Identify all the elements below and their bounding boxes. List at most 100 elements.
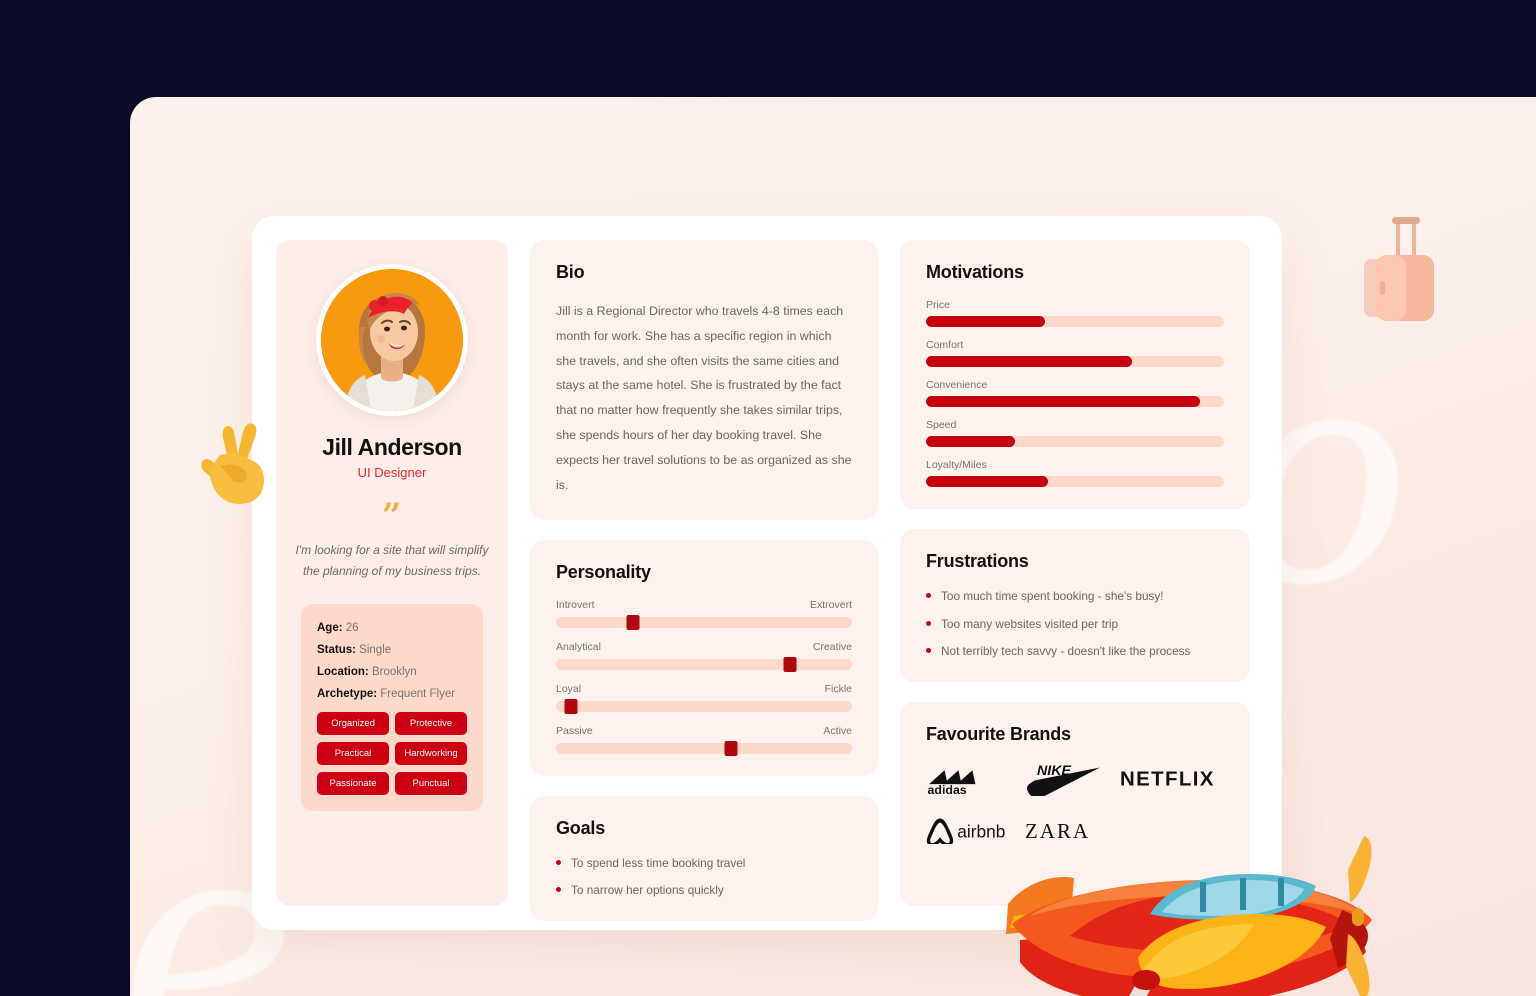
brands-title: Favourite Brands <box>926 723 1071 744</box>
personality-slider[interactable]: Passive Active <box>556 725 852 756</box>
personality-slider[interactable]: Introvert Extrovert <box>556 599 852 630</box>
bio-title: Bio <box>556 262 585 282</box>
motivation-fill <box>926 476 1049 487</box>
slider-label-left: Passive <box>556 724 593 737</box>
profile-column: Jill Anderson UI Designer ” I'm looking … <box>276 240 508 906</box>
slider-track[interactable] <box>556 740 852 756</box>
motivations-panel: Motivations Price Comfort Convenience Speed… <box>900 240 1250 509</box>
trait-tag[interactable]: Punctual <box>395 772 467 796</box>
trait-tag[interactable]: Passionate <box>317 772 389 796</box>
motivation-track <box>926 436 1224 447</box>
motivation-label: Convenience <box>926 379 988 391</box>
slider-label-right: Extrovert <box>809 598 852 611</box>
motivation-track <box>926 476 1224 487</box>
detail-label: Location: <box>317 666 369 679</box>
slider-thumb[interactable] <box>724 740 738 756</box>
svg-text:NETFLIX: NETFLIX <box>1120 768 1215 790</box>
motivation-fill <box>926 356 1132 367</box>
avatar <box>316 264 468 416</box>
svg-text:adidas: adidas <box>928 783 967 795</box>
detail-label: Archetype: <box>317 688 378 701</box>
detail-row: Status: Single <box>317 644 467 656</box>
detail-label: Status: <box>317 644 356 657</box>
list-item: Not terribly tech savvy - doesn't like t… <box>926 643 1224 660</box>
adidas-logo: adidas <box>928 769 976 795</box>
bio-panel: Bio Jill is a Regional Director who trav… <box>530 240 878 520</box>
motivation-fill <box>926 316 1046 327</box>
profile-panel: Jill Anderson UI Designer ” I'm looking … <box>276 240 508 906</box>
frustrations-panel: Frustrations Too much time spent booking… <box>900 529 1250 682</box>
slider-label-left: Loyal <box>556 682 582 695</box>
detail-label: Age: <box>317 622 343 635</box>
slider-track[interactable] <box>556 614 852 630</box>
list-item: Too many websites visited per trip <box>926 616 1224 633</box>
slider-labels: Passive Active <box>556 725 852 737</box>
slider-label-left: Analytical <box>556 640 601 653</box>
slider-labels: Loyal Fickle <box>556 683 852 695</box>
detail-value: 26 <box>342 622 359 635</box>
detail-value: Frequent Flyer <box>377 688 456 701</box>
motivation-label: Price <box>926 299 950 311</box>
goals-list: To spend less time booking travel To narr… <box>556 855 852 899</box>
persona-name: Jill Anderson <box>322 434 462 460</box>
motivation-track <box>926 316 1224 327</box>
brand-logo: ZARA <box>1025 813 1120 847</box>
personality-slider[interactable]: Analytical Creative <box>556 641 852 672</box>
frustrations-title: Frustrations <box>926 551 1029 571</box>
slider-thumb[interactable] <box>626 614 640 630</box>
detail-row: Archetype: Frequent Flyer <box>317 688 467 700</box>
list-item: To narrow her options quickly <box>556 882 852 899</box>
personality-title: Personality <box>556 561 651 582</box>
motivation-label: Speed <box>926 419 957 431</box>
avatar-illustration <box>321 269 463 411</box>
brand-logo: adidas <box>926 761 1003 795</box>
list-item: Too much time spent booking - she's busy… <box>926 588 1224 605</box>
persona-role: UI Designer <box>357 465 427 480</box>
slider-label-left: Introvert <box>556 598 595 611</box>
slider-label-right: Active <box>823 724 852 737</box>
detail-row: Age: 26 <box>317 622 467 634</box>
goals-panel: Goals To spend less time booking travel T… <box>530 795 878 921</box>
slider-label-right: Fickle <box>824 682 852 695</box>
right-column: Motivations Price Comfort Convenience Speed… <box>900 240 1250 906</box>
screenshot-stage: e o Jill Anderson UI Designer ” I'm look… <box>0 0 1536 996</box>
slider-thumb[interactable] <box>783 656 797 672</box>
brand-logo: NETFLIX <box>1120 761 1231 795</box>
detail-value: Single <box>355 644 392 657</box>
motivation-bars: Price Comfort Convenience Speed Loyalty/Mile… <box>926 299 1224 487</box>
trait-tag[interactable]: Hardworking <box>395 742 467 766</box>
brand-logo: airbnb <box>926 813 1025 847</box>
motivation-bar: Loyalty/Miles <box>926 459 1224 487</box>
trait-tag[interactable]: Practical <box>317 742 389 766</box>
motivation-track <box>926 396 1224 407</box>
details-card: Age: 26 Status: Single Location: Brooklyn A… <box>301 604 483 812</box>
slider-track[interactable] <box>556 656 852 672</box>
frustrations-list: Too much time spent booking - she's busy… <box>926 588 1224 660</box>
detail-row: Location: Brooklyn <box>317 666 467 678</box>
suitcase-icon <box>1364 217 1434 321</box>
motivation-fill <box>926 396 1201 407</box>
slider-labels: Analytical Creative <box>556 641 852 653</box>
trait-tag[interactable]: Organized <box>317 712 389 736</box>
personality-slider[interactable]: Loyal Fickle <box>556 683 852 714</box>
quote-icon: ” <box>381 496 403 536</box>
list-item: To spend less time booking travel <box>556 855 852 872</box>
slider-track[interactable] <box>556 698 852 714</box>
victory-hand-icon <box>201 423 264 504</box>
motivation-label: Loyalty/Miles <box>926 459 987 471</box>
slider-labels: Introvert Extrovert <box>556 599 852 611</box>
middle-column: Bio Jill is a Regional Director who trav… <box>530 240 878 921</box>
motivation-bar: Price <box>926 299 1224 327</box>
details-rows: Age: 26 Status: Single Location: Brooklyn A… <box>317 622 467 700</box>
zara-logo: ZARA <box>1025 819 1088 842</box>
motivations-title: Motivations <box>926 262 1024 282</box>
motivation-bar: Speed <box>926 419 1224 447</box>
slider-thumb[interactable] <box>564 698 578 714</box>
avatar-photo <box>321 269 463 411</box>
persona-quote: I'm looking for a site that will simplif… <box>295 543 489 579</box>
goals-title: Goals <box>556 817 606 838</box>
netflix-logo: NETFLIX <box>1120 768 1215 790</box>
persona-card: Jill Anderson UI Designer ” I'm looking … <box>252 216 1282 930</box>
trait-tag[interactable]: Protective <box>395 712 467 736</box>
motivation-fill <box>926 436 1016 447</box>
